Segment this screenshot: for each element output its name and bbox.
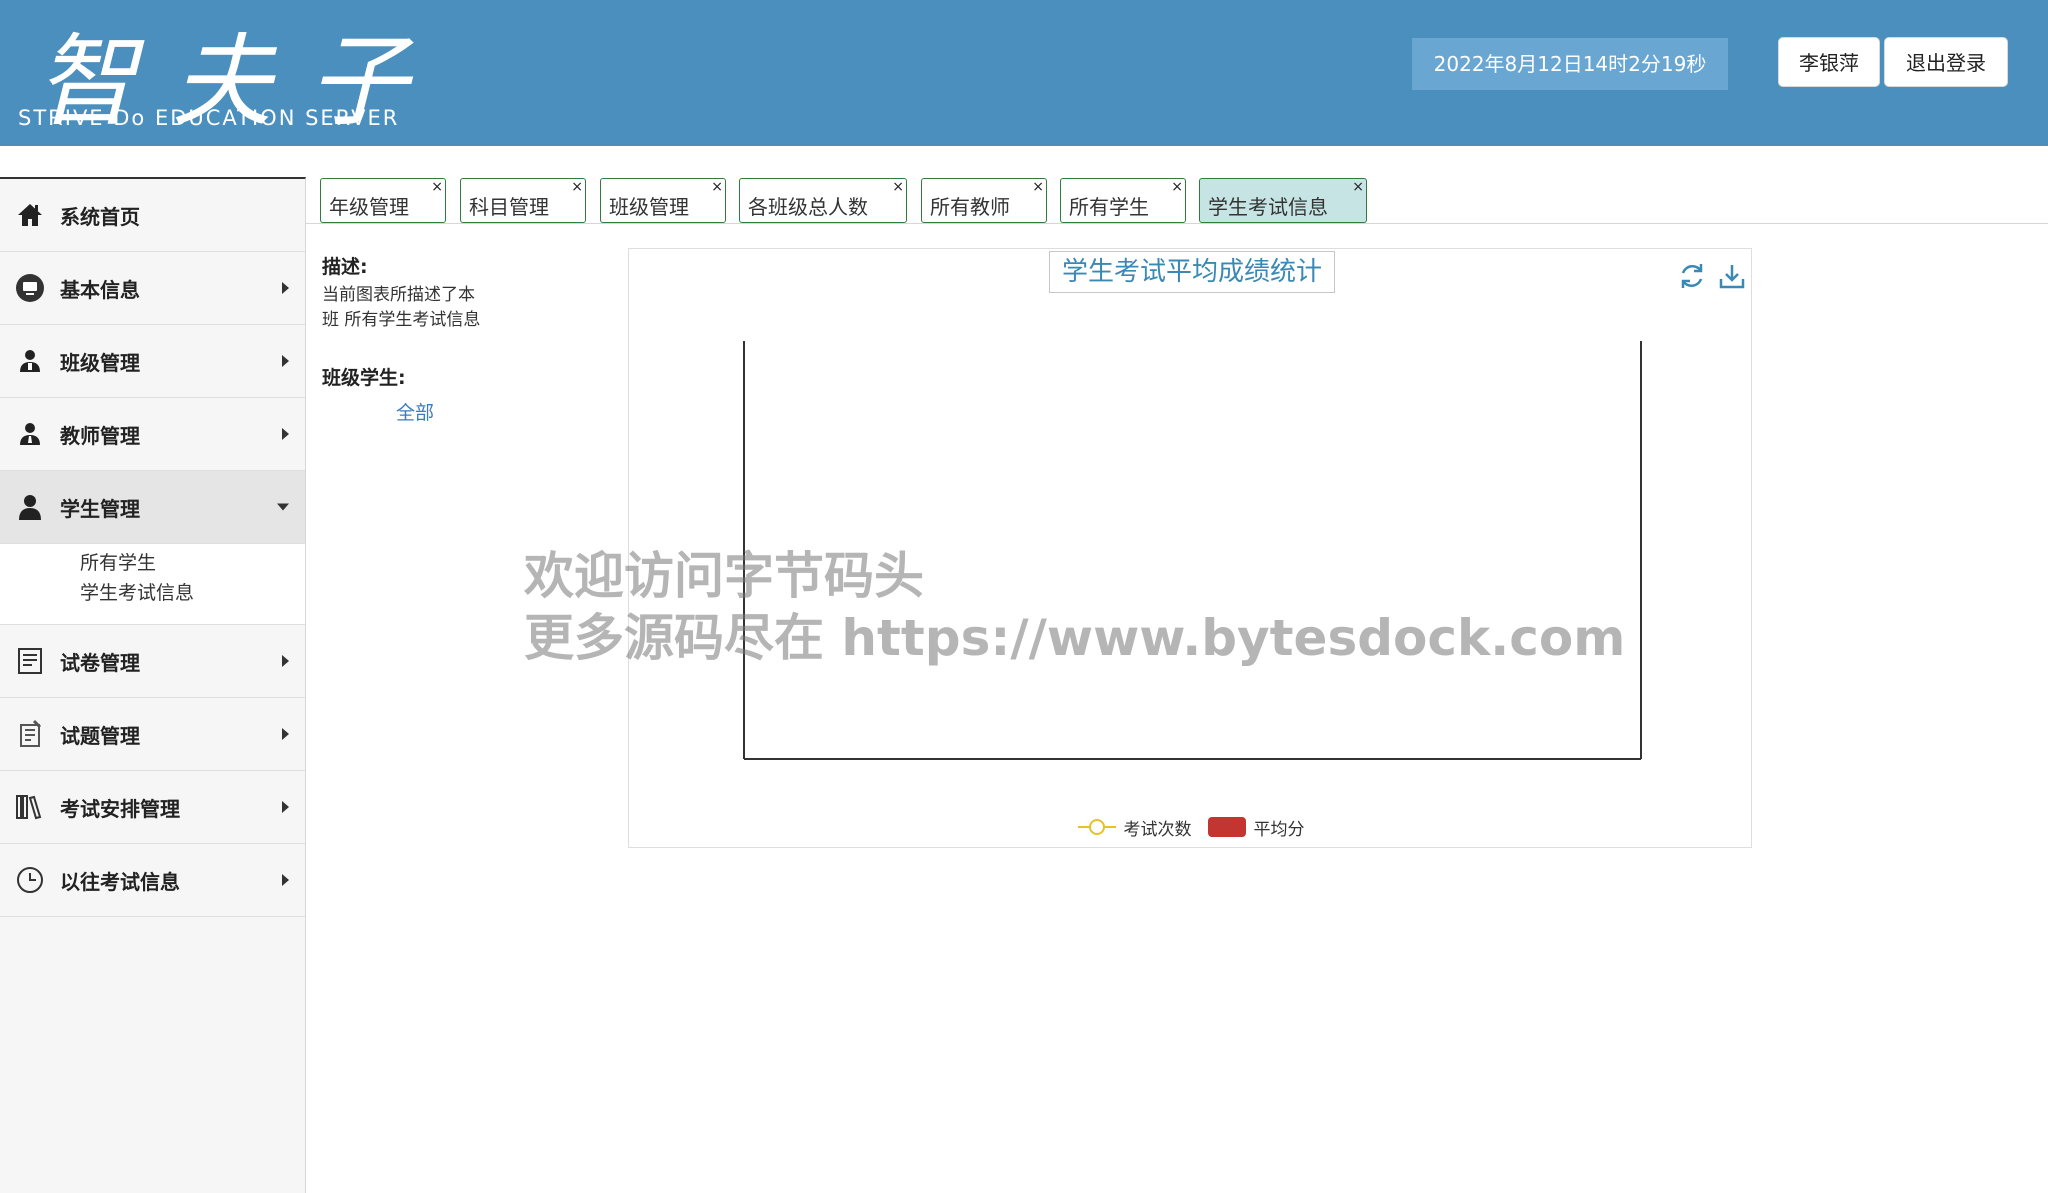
teacher-icon bbox=[14, 418, 46, 450]
chart-plot bbox=[743, 341, 1642, 760]
description-panel: 描述: 当前图表所描述了本班 所有学生考试信息 班级学生: 全部 bbox=[322, 252, 482, 425]
submenu-all-students[interactable]: 所有学生 bbox=[80, 548, 305, 578]
tab-class-management[interactable]: 班级管理 × bbox=[600, 178, 726, 223]
books-icon bbox=[14, 791, 46, 823]
chart-title: 学生考试平均成绩统计 bbox=[1049, 251, 1335, 293]
tab-label: 学生考试信息 bbox=[1208, 195, 1328, 219]
close-icon[interactable]: × bbox=[711, 179, 723, 195]
user-name-button[interactable]: 李银萍 bbox=[1778, 37, 1880, 87]
tab-label: 班级管理 bbox=[609, 195, 689, 219]
legend-line-marker bbox=[1077, 819, 1116, 835]
chevron-down-icon bbox=[277, 503, 289, 511]
close-icon[interactable]: × bbox=[1171, 179, 1183, 195]
user-group-icon bbox=[14, 345, 46, 377]
chevron-right-icon bbox=[282, 801, 289, 813]
logo: 智夫子 STRIVE Do EDUCATION SERVER bbox=[18, 0, 470, 146]
sidebar-item-past-exam-info[interactable]: 以往考试信息 bbox=[0, 844, 305, 917]
chart-panel: 学生考试平均成绩统计 考试次数 平均分 bbox=[628, 248, 1752, 848]
sidebar-item-exam-schedule-management[interactable]: 考试安排管理 bbox=[0, 771, 305, 844]
student-submenu: 所有学生 学生考试信息 bbox=[0, 544, 305, 625]
tab-grade-management[interactable]: 年级管理 × bbox=[320, 178, 446, 223]
legend-item-average-score[interactable]: 平均分 bbox=[1207, 815, 1305, 840]
sidebar-item-label: 试卷管理 bbox=[60, 650, 140, 675]
sidebar-item-student-management[interactable]: 学生管理 bbox=[0, 471, 305, 544]
chevron-right-icon bbox=[282, 728, 289, 740]
sidebar-item-paper-management[interactable]: 试卷管理 bbox=[0, 625, 305, 698]
sidebar-item-label: 学生管理 bbox=[60, 496, 140, 521]
close-icon[interactable]: × bbox=[431, 179, 443, 195]
tab-subject-management[interactable]: 科目管理 × bbox=[460, 178, 586, 223]
description-text: 当前图表所描述了本班 所有学生考试信息 bbox=[322, 285, 481, 330]
tab-label: 年级管理 bbox=[329, 195, 409, 219]
tab-class-total-count[interactable]: 各班级总人数 × bbox=[739, 178, 907, 223]
submenu-student-exam-info[interactable]: 学生考试信息 bbox=[80, 578, 305, 608]
tab-bar: 年级管理 × 科目管理 × 班级管理 × 各班级总人数 × 所有教师 × 所有学… bbox=[306, 176, 2048, 224]
chevron-right-icon bbox=[282, 428, 289, 440]
legend-item-exam-count[interactable]: 考试次数 bbox=[1077, 815, 1192, 840]
monitor-icon bbox=[14, 272, 46, 304]
chevron-right-icon bbox=[282, 282, 289, 294]
class-students-label: 班级学生: bbox=[322, 367, 406, 389]
legend-label: 考试次数 bbox=[1123, 819, 1192, 840]
sidebar-item-label: 基本信息 bbox=[60, 277, 140, 302]
student-icon bbox=[14, 491, 46, 523]
chevron-right-icon bbox=[282, 355, 289, 367]
close-icon[interactable]: × bbox=[571, 179, 583, 195]
chevron-right-icon bbox=[282, 874, 289, 886]
tab-label: 所有学生 bbox=[1069, 195, 1149, 219]
chevron-right-icon bbox=[282, 655, 289, 667]
current-datetime: 2022年8月12日14时2分19秒 bbox=[1412, 38, 1728, 90]
tab-label: 科目管理 bbox=[469, 195, 549, 219]
question-icon bbox=[14, 718, 46, 750]
tab-student-exam-info[interactable]: 学生考试信息 × bbox=[1199, 178, 1367, 223]
sidebar-item-label: 以往考试信息 bbox=[60, 869, 180, 894]
sidebar-item-label: 考试安排管理 bbox=[60, 796, 180, 821]
tab-label: 所有教师 bbox=[930, 195, 1010, 219]
clock-icon bbox=[14, 864, 46, 896]
sidebar-item-class-management[interactable]: 班级管理 bbox=[0, 325, 305, 398]
close-icon[interactable]: × bbox=[892, 179, 904, 195]
download-icon[interactable] bbox=[1717, 261, 1747, 291]
chart-legend: 考试次数 平均分 bbox=[629, 815, 1753, 840]
sidebar: 系统首页 基本信息 班级管理 教师管理 学生管理 所有学生 学生考试信息 试卷管… bbox=[0, 177, 306, 1193]
description-label: 描述: bbox=[322, 256, 368, 278]
sidebar-item-question-management[interactable]: 试题管理 bbox=[0, 698, 305, 771]
logo-subtitle: STRIVE Do EDUCATION SERVER bbox=[18, 106, 400, 130]
tab-label: 各班级总人数 bbox=[748, 195, 868, 219]
sidebar-item-home[interactable]: 系统首页 bbox=[0, 179, 305, 252]
close-icon[interactable]: × bbox=[1352, 179, 1364, 195]
sidebar-item-teacher-management[interactable]: 教师管理 bbox=[0, 398, 305, 471]
sidebar-item-label: 班级管理 bbox=[60, 350, 140, 375]
legend-label: 平均分 bbox=[1253, 819, 1305, 840]
refresh-icon[interactable] bbox=[1677, 261, 1707, 291]
sidebar-item-label: 试题管理 bbox=[60, 723, 140, 748]
legend-bar-marker bbox=[1207, 817, 1246, 837]
sidebar-item-label: 教师管理 bbox=[60, 423, 140, 448]
all-students-link[interactable]: 全部 bbox=[322, 398, 482, 425]
sidebar-item-basic-info[interactable]: 基本信息 bbox=[0, 252, 305, 325]
sidebar-item-label: 系统首页 bbox=[60, 204, 140, 229]
tab-all-students[interactable]: 所有学生 × bbox=[1060, 178, 1186, 223]
home-icon bbox=[14, 199, 46, 231]
close-icon[interactable]: × bbox=[1032, 179, 1044, 195]
tab-all-teachers[interactable]: 所有教师 × bbox=[921, 178, 1047, 223]
logout-button[interactable]: 退出登录 bbox=[1884, 37, 2008, 87]
app-header: 智夫子 STRIVE Do EDUCATION SERVER 2022年8月12… bbox=[0, 0, 2048, 146]
paper-icon bbox=[14, 645, 46, 677]
